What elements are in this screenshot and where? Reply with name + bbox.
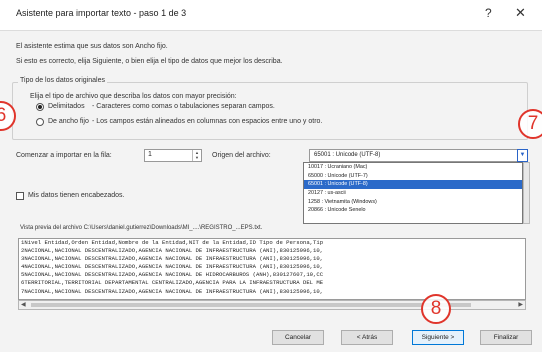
back-button[interactable]: < Atrás: [341, 330, 393, 345]
preview-line: 4NACIONAL,NACIONAL DESCENTRALIZADO,AGENC…: [21, 263, 324, 271]
dropdown-option-selected[interactable]: 65001 : Unicode (UTF-8): [304, 180, 522, 190]
dropdown-scrollbar[interactable]: [523, 162, 530, 224]
fixed-width-radio[interactable]: [36, 118, 44, 126]
file-origin-value[interactable]: 65001 : Unicode (UTF-8): [314, 152, 380, 158]
spinner-arrows-icon[interactable]: ▲ ▼: [192, 150, 201, 161]
import-text-wizard-dialog: Asistente para importar texto - paso 1 d…: [0, 0, 542, 352]
dropdown-option[interactable]: 65000 : Unicode (UTF-7): [304, 172, 522, 181]
original-data-type-label: Tipo de los datos originales: [18, 77, 107, 84]
dropdown-option[interactable]: 20127 : us-ascii: [304, 189, 522, 198]
finish-button[interactable]: Finalizar: [480, 330, 532, 345]
file-origin-select[interactable]: 65001 : Unicode (UTF-8) ▼: [309, 149, 528, 162]
cancel-button[interactable]: Cancelar: [272, 330, 324, 345]
annotation-marker-bottom: 8: [421, 294, 451, 324]
scrollbar-thumb[interactable]: [31, 303, 471, 307]
preview-line: 5NACIONAL,NACIONAL DESCENTRALIZADO,AGENC…: [21, 271, 324, 279]
headers-checkbox[interactable]: [16, 192, 24, 200]
intro-line-2: Si esto es correcto, elija Siguiente, o …: [16, 58, 283, 65]
headers-checkbox-label[interactable]: Mis datos tienen encabezados.: [28, 192, 125, 199]
annotation-marker-right: 7: [518, 109, 542, 139]
data-type-prompt: Elija el tipo de archivo que describa lo…: [30, 93, 237, 100]
start-row-value[interactable]: 1: [148, 151, 152, 158]
window-title: Asistente para importar texto - paso 1 d…: [16, 8, 187, 18]
preview-line: 1Nivel Entidad,Orden Entidad,Nombre de l…: [21, 239, 324, 246]
dropdown-option[interactable]: 10017 : Ucraniano (Mac): [304, 163, 522, 172]
dropdown-option[interactable]: 20866 : Unicode Senelo: [304, 206, 522, 215]
delimited-radio-label[interactable]: Delimitados: [48, 103, 85, 110]
file-origin-dropdown-list: 10017 : Ucraniano (Mac) 65000 : Unicode …: [303, 162, 523, 224]
file-preview-box[interactable]: 1Nivel Entidad,Orden Entidad,Nombre de l…: [18, 238, 526, 300]
delimited-radio[interactable]: [36, 103, 44, 111]
chevron-down-icon[interactable]: ▼: [517, 149, 528, 162]
preview-label: Vista previa del archivo C:\Users\daniel…: [20, 225, 263, 231]
start-row-spinner[interactable]: 1 ▲ ▼: [144, 149, 202, 162]
title-bar: Asistente para importar texto - paso 1 d…: [0, 0, 542, 31]
next-button[interactable]: Siguiente >: [412, 330, 464, 345]
preview-line: 2NACIONAL,NACIONAL DESCENTRALIZADO,AGENC…: [21, 247, 324, 255]
preview-line: 6TERRITORIAL,TERRITORIAL DEPARTAMENTAL C…: [21, 279, 324, 287]
dropdown-option[interactable]: 1258 : Vietnamita (Windows): [304, 198, 522, 207]
fixed-width-radio-label[interactable]: De ancho fijo: [48, 118, 89, 125]
original-data-type-group: [12, 82, 528, 140]
file-origin-label: Origen del archivo:: [212, 152, 271, 159]
start-row-label: Comenzar a importar en la fila:: [16, 152, 112, 159]
scroll-right-icon[interactable]: ▶: [518, 301, 523, 308]
close-button[interactable]: ✕: [515, 5, 526, 21]
preview-line: 7NACIONAL,NACIONAL DESCENTRALIZADO,AGENC…: [21, 287, 324, 295]
help-button[interactable]: ?: [485, 6, 492, 20]
fixed-width-description: - Los campos están alineados en columnas…: [92, 118, 323, 125]
scroll-left-icon[interactable]: ◀: [21, 301, 26, 308]
delimited-description: - Caracteres como comas o tabulaciones s…: [92, 103, 275, 110]
intro-line-1: El asistente estima que sus datos son An…: [16, 43, 168, 50]
preview-line: 3NACIONAL,NACIONAL DESCENTRALIZADO,AGENC…: [21, 255, 324, 263]
